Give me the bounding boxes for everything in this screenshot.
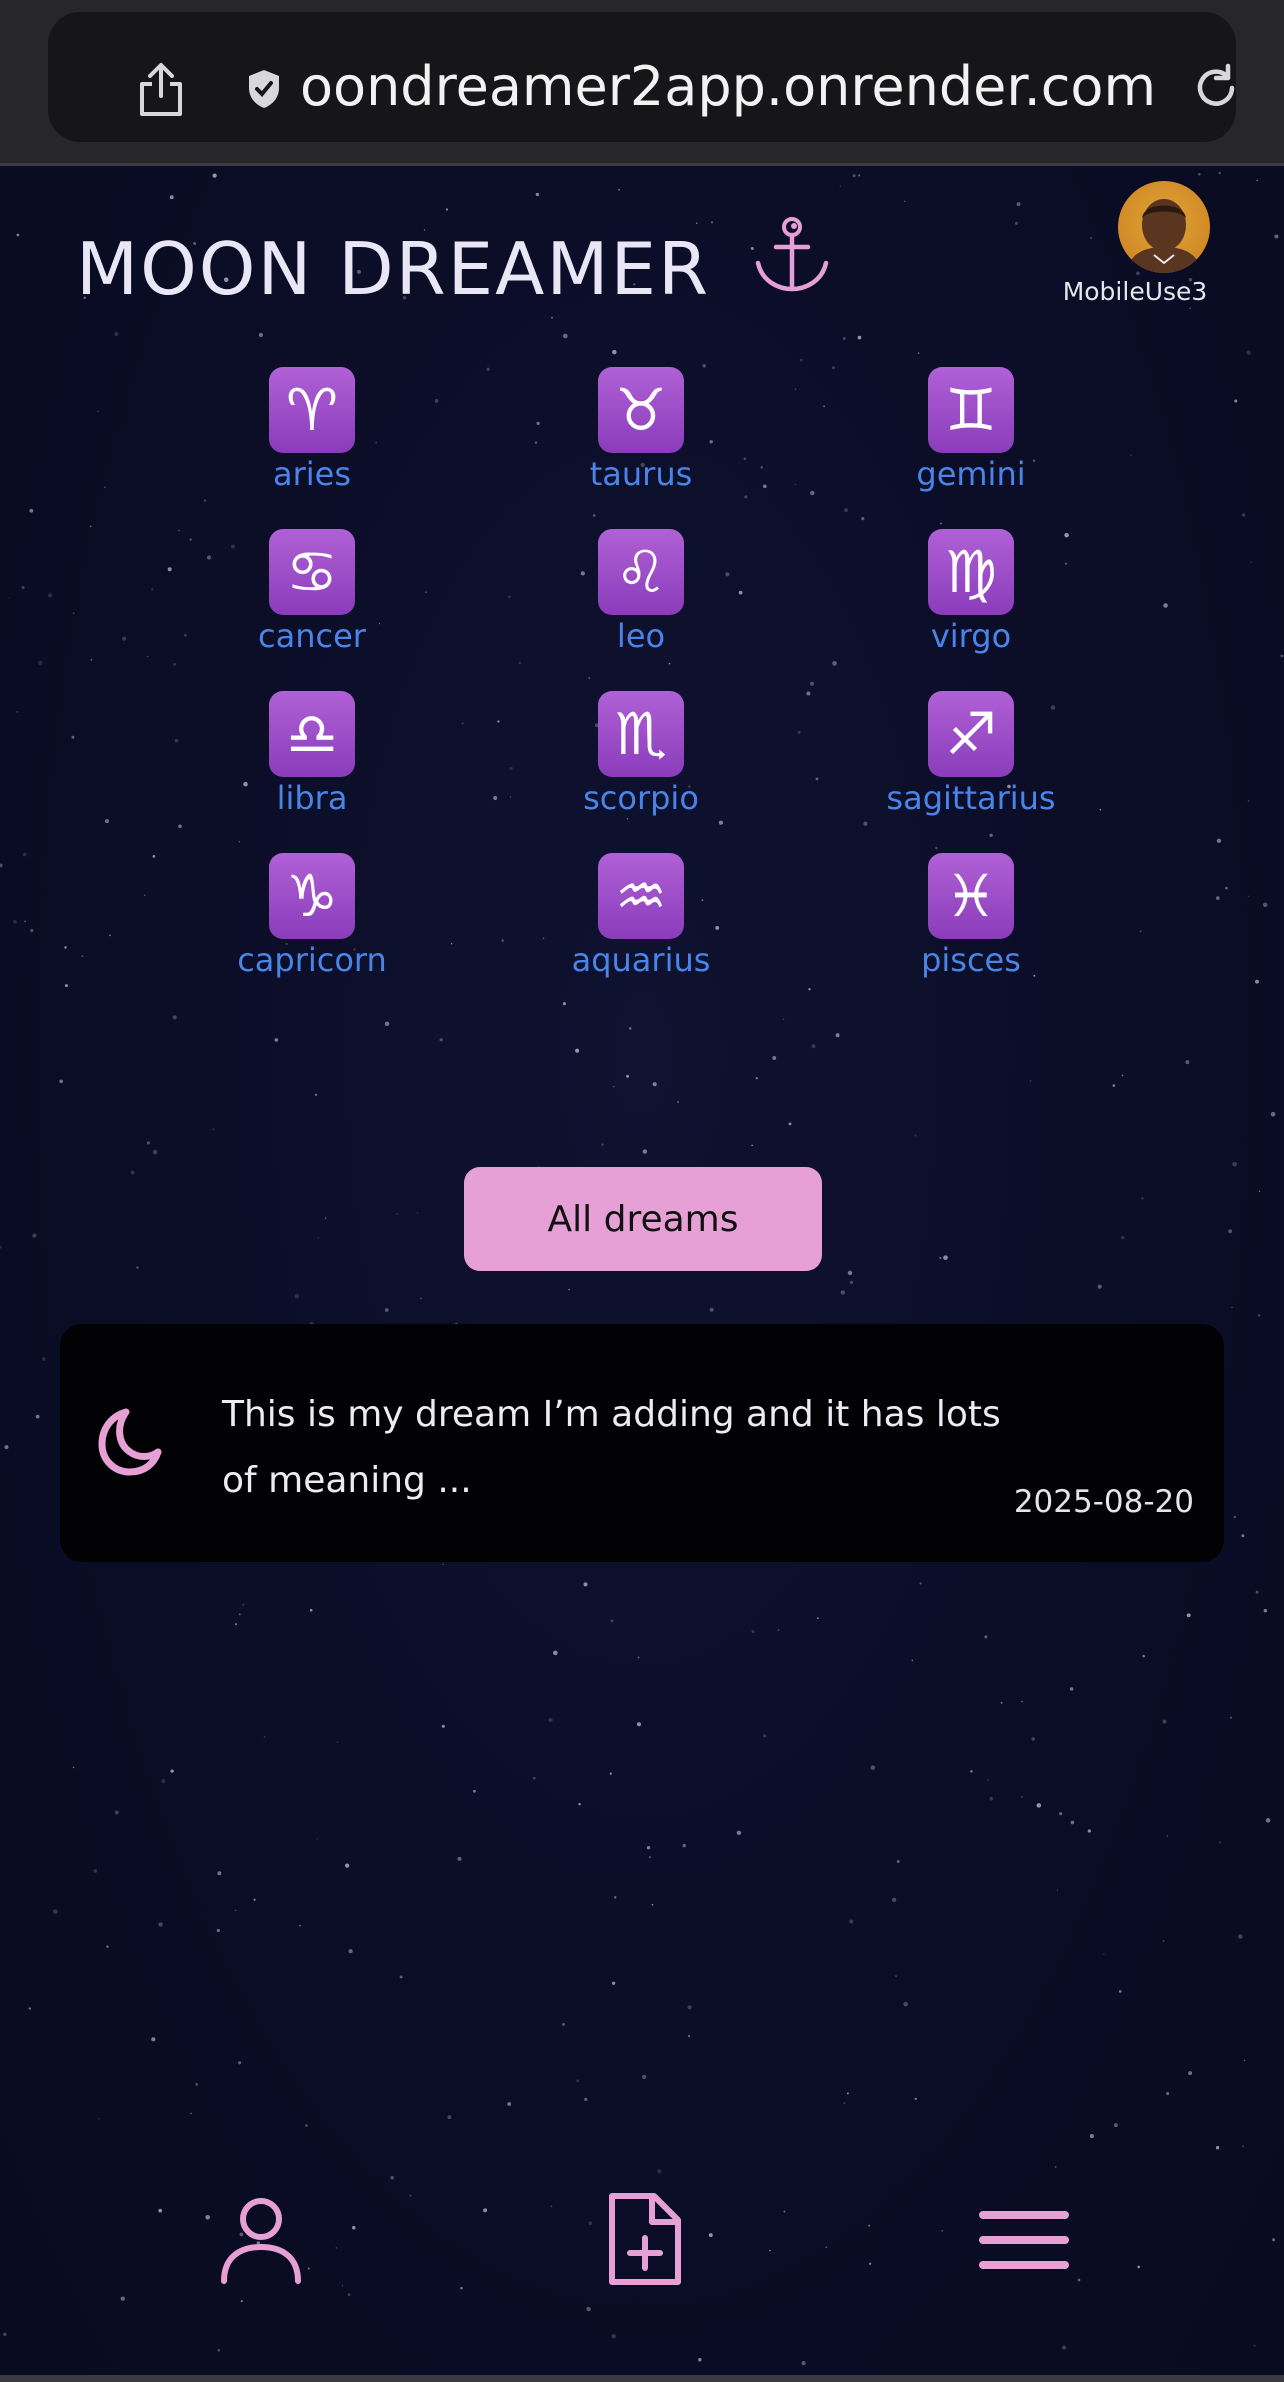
zodiac-sign-taurus[interactable]: ♉ taurus xyxy=(531,367,751,493)
zodiac-sign-aries[interactable]: ♈ aries xyxy=(202,367,422,493)
zodiac-sign-label: pisces xyxy=(921,941,1021,979)
username-label[interactable]: MobileUse3 xyxy=(1040,277,1230,306)
browser-toolbar: oondreamer2app.onrender.com xyxy=(0,0,1284,166)
zodiac-sign-cancer[interactable]: ♋ cancer xyxy=(202,529,422,655)
zodiac-sign-libra[interactable]: ♎ libra xyxy=(202,691,422,817)
avatar-portrait xyxy=(1126,199,1202,273)
zodiac-sign-leo[interactable]: ♌ leo xyxy=(531,529,751,655)
zodiac-sign-virgo[interactable]: ♍ virgo xyxy=(861,529,1081,655)
libra-symbol-icon: ♎ xyxy=(269,691,355,777)
profile-nav-button[interactable] xyxy=(206,2185,316,2295)
menu-nav-button[interactable] xyxy=(969,2185,1079,2295)
aquarius-symbol-icon: ♒ xyxy=(598,853,684,939)
zodiac-sign-label: capricorn xyxy=(237,941,387,979)
zodiac-sign-label: libra xyxy=(276,779,348,817)
zodiac-sign-label: aquarius xyxy=(571,941,711,979)
zodiac-sign-pisces[interactable]: ♓ pisces xyxy=(861,853,1081,979)
scorpio-symbol-icon: ♏ xyxy=(598,691,684,777)
shield-icon xyxy=(249,70,279,108)
zodiac-sign-sagittarius[interactable]: ♐ sagittarius xyxy=(861,691,1081,817)
zodiac-sign-label: virgo xyxy=(930,617,1012,655)
zodiac-sign-capricorn[interactable]: ♑ capricorn xyxy=(202,853,422,979)
pisces-symbol-icon: ♓ xyxy=(928,853,1014,939)
virgo-symbol-icon: ♍ xyxy=(928,529,1014,615)
zodiac-sign-label: leo xyxy=(616,617,666,655)
anchor-icon[interactable] xyxy=(752,215,832,295)
cancer-symbol-icon: ♋ xyxy=(269,529,355,615)
app-page: MOON DREAMER MobileUse3 ♈ aries ♉ taurus ♊ ge… xyxy=(0,169,1284,2382)
dream-card[interactable]: This is my dream I’m adding and it has l… xyxy=(60,1324,1224,1562)
starfield-background xyxy=(0,171,1284,2380)
leo-symbol-icon: ♌ xyxy=(598,529,684,615)
zodiac-sign-label: aries xyxy=(272,455,351,493)
zodiac-sign-label: cancer xyxy=(258,617,366,655)
hamburger-menu-icon xyxy=(979,2211,1069,2269)
dream-date: 2025-08-20 xyxy=(1013,1484,1194,1520)
add-file-icon xyxy=(609,2193,681,2285)
zodiac-sign-label: scorpio xyxy=(583,779,699,817)
zodiac-sign-label: taurus xyxy=(589,455,693,493)
zodiac-sign-gemini[interactable]: ♊ gemini xyxy=(861,367,1081,493)
moon-icon xyxy=(98,1408,162,1476)
sagittarius-symbol-icon: ♐ xyxy=(928,691,1014,777)
capricorn-symbol-icon: ♑ xyxy=(269,853,355,939)
bottom-nav xyxy=(0,2169,1284,2349)
all-dreams-button[interactable]: All dreams xyxy=(464,1167,822,1271)
zodiac-sign-scorpio[interactable]: ♏ scorpio xyxy=(531,691,751,817)
taurus-symbol-icon: ♉ xyxy=(598,367,684,453)
dream-excerpt: This is my dream I’m adding and it has l… xyxy=(222,1394,1001,1501)
home-indicator-bar xyxy=(0,2375,1284,2382)
aries-symbol-icon: ♈ xyxy=(269,367,355,453)
url-text[interactable]: oondreamer2app.onrender.com xyxy=(300,52,1156,122)
address-bar[interactable]: oondreamer2app.onrender.com xyxy=(48,12,1236,142)
avatar[interactable] xyxy=(1118,181,1210,273)
zodiac-sign-label: sagittarius xyxy=(886,779,1056,817)
share-icon[interactable] xyxy=(136,62,186,118)
zodiac-sign-aquarius[interactable]: ♒ aquarius xyxy=(531,853,751,979)
user-icon xyxy=(221,2198,301,2284)
app-title: MOON DREAMER xyxy=(76,227,711,311)
zodiac-sign-label: gemini xyxy=(916,455,1026,493)
gemini-symbol-icon: ♊ xyxy=(928,367,1014,453)
reload-icon[interactable] xyxy=(1190,62,1242,114)
add-dream-nav-button[interactable] xyxy=(588,2185,698,2295)
